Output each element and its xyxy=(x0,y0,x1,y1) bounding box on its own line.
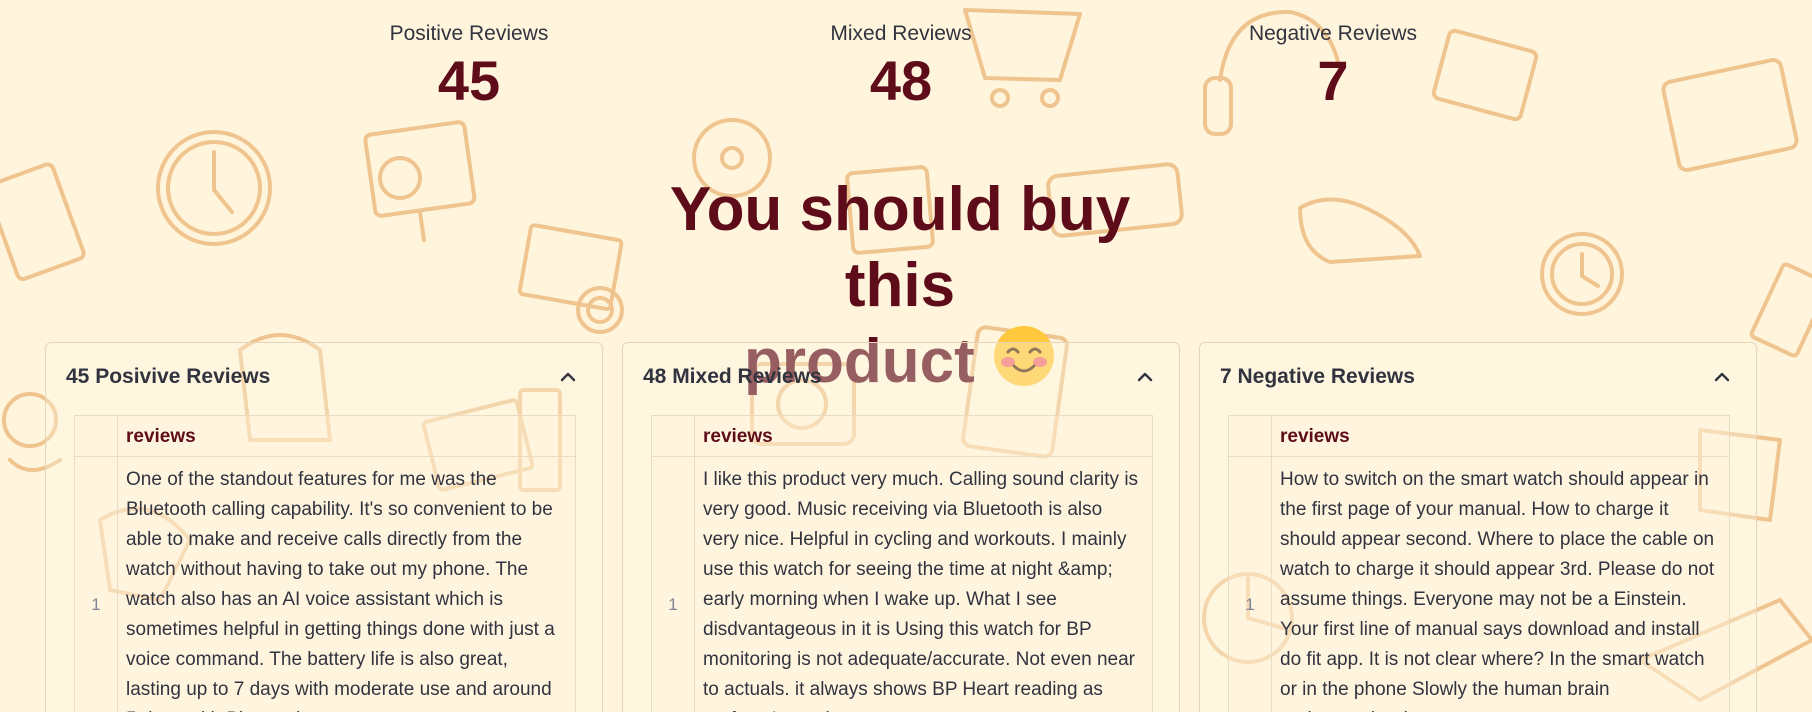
metric-positive: Positive Reviews 45 xyxy=(309,22,629,111)
row-index: 1 xyxy=(1245,595,1255,614)
chevron-up-icon[interactable] xyxy=(1712,367,1732,387)
index-header-cell xyxy=(1229,416,1272,456)
verdict-line-1: You should buy this xyxy=(669,175,1131,320)
metric-label: Positive Reviews xyxy=(389,22,549,45)
row-index: 1 xyxy=(91,595,101,614)
expander-header[interactable]: 45 Posivive Reviews xyxy=(46,343,602,411)
reviews-table[interactable]: reviews 1 One of the standout features f… xyxy=(74,415,576,712)
expander-title: 7 Negative Reviews xyxy=(1220,365,1415,388)
row-index-cell: 1 xyxy=(1229,457,1272,712)
expander-header[interactable]: 48 Mixed Reviews xyxy=(623,343,1179,411)
reviews-table[interactable]: reviews 1 I like this product very much.… xyxy=(651,415,1153,712)
metric-label: Negative Reviews xyxy=(1248,22,1418,45)
row-index: 1 xyxy=(668,595,678,614)
column-header-reviews[interactable]: reviews xyxy=(1272,416,1350,456)
metric-label: Mixed Reviews xyxy=(830,22,972,45)
expander-negative-reviews: 7 Negative Reviews reviews 1 How to swit… xyxy=(1199,342,1757,712)
chevron-up-icon[interactable] xyxy=(558,367,578,387)
review-text-cell[interactable]: How to switch on the smart watch should … xyxy=(1272,457,1726,712)
metric-value: 7 xyxy=(1317,49,1349,112)
review-text-cell[interactable]: I like this product very much. Calling s… xyxy=(695,457,1149,712)
expander-mixed-reviews: 48 Mixed Reviews reviews 1 I like this p… xyxy=(622,342,1180,712)
expander-positive-reviews: 45 Posivive Reviews reviews 1 One of the… xyxy=(45,342,603,712)
row-index-cell: 1 xyxy=(652,457,695,712)
metric-value: 45 xyxy=(437,49,501,112)
table-header-row: reviews xyxy=(75,416,575,457)
column-header-reviews[interactable]: reviews xyxy=(695,416,773,456)
table-row[interactable]: 1 One of the standout features for me wa… xyxy=(75,457,575,712)
chevron-up-icon[interactable] xyxy=(1135,367,1155,387)
review-text-cell[interactable]: One of the standout features for me was … xyxy=(118,457,572,712)
index-header-cell xyxy=(75,416,118,456)
column-header-reviews[interactable]: reviews xyxy=(118,416,196,456)
review-dashboard: Positive Reviews 45 Mixed Reviews 48 Neg… xyxy=(0,0,1812,712)
metric-mixed: Mixed Reviews 48 xyxy=(741,22,1061,111)
row-index-cell: 1 xyxy=(75,457,118,712)
table-header-row: reviews xyxy=(652,416,1152,457)
expander-title: 48 Mixed Reviews xyxy=(643,365,822,388)
table-row[interactable]: 1 I like this product very much. Calling… xyxy=(652,457,1152,712)
index-header-cell xyxy=(652,416,695,456)
table-row[interactable]: 1 How to switch on the smart watch shoul… xyxy=(1229,457,1729,712)
metric-value: 48 xyxy=(869,49,933,112)
metric-negative: Negative Reviews 7 xyxy=(1173,22,1493,111)
expander-header[interactable]: 7 Negative Reviews xyxy=(1200,343,1756,411)
reviews-table[interactable]: reviews 1 How to switch on the smart wat… xyxy=(1228,415,1730,712)
expander-title: 45 Posivive Reviews xyxy=(66,365,271,388)
table-header-row: reviews xyxy=(1229,416,1729,457)
